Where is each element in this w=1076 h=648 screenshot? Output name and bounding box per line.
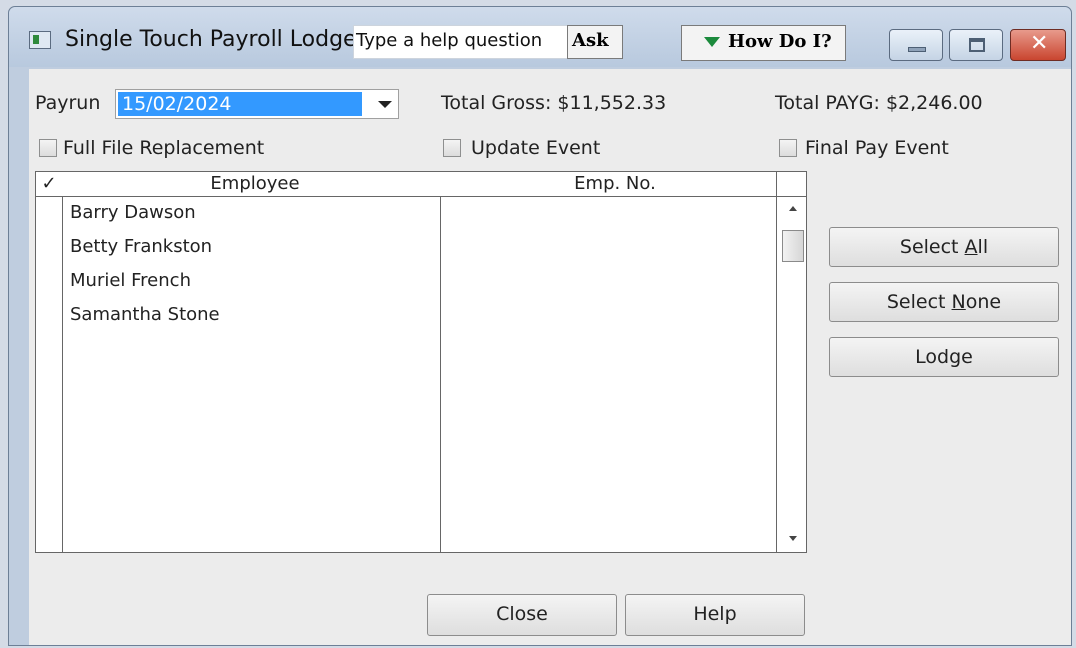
table-row[interactable]: Betty Frankston xyxy=(70,236,212,257)
employee-table[interactable]: ✓ Employee Emp. No. Barry Dawson Betty F… xyxy=(35,171,807,553)
maximize-button[interactable] xyxy=(949,29,1003,61)
lodge-button[interactable]: Lodge xyxy=(829,337,1059,377)
window-title: Single Touch Payroll Lodge xyxy=(65,27,357,52)
select-none-accelerator: N xyxy=(951,291,966,313)
select-all-suffix: ll xyxy=(977,236,989,258)
table-header: ✓ Employee Emp. No. xyxy=(36,172,806,197)
check-column-header[interactable]: ✓ xyxy=(36,172,62,196)
minimize-button[interactable] xyxy=(889,29,943,61)
table-row[interactable]: Barry Dawson xyxy=(70,202,196,223)
how-do-i-label: How Do I? xyxy=(728,31,832,52)
minimize-icon xyxy=(908,47,926,52)
triangle-down-icon xyxy=(704,37,720,47)
payrun-dropdown[interactable]: 15/02/2024 xyxy=(115,89,399,119)
title-bar[interactable]: Single Touch Payroll Lodge Type a help q… xyxy=(9,7,1071,67)
select-all-button[interactable]: Select All xyxy=(829,227,1059,267)
ask-button[interactable]: Ask xyxy=(567,25,623,59)
stp-lodge-window: Single Touch Payroll Lodge Type a help q… xyxy=(8,6,1072,646)
payrun-value: 15/02/2024 xyxy=(118,92,362,116)
close-button[interactable]: Close xyxy=(427,594,617,636)
update-event-checkbox[interactable] xyxy=(443,139,461,157)
table-row[interactable]: Samantha Stone xyxy=(70,304,220,325)
help-button[interactable]: Help xyxy=(625,594,805,636)
final-pay-event-label[interactable]: Final Pay Event xyxy=(805,137,949,159)
help-question-input[interactable]: Type a help question xyxy=(353,25,568,59)
scrollbar-divider xyxy=(776,172,777,552)
select-none-prefix: Select xyxy=(886,291,952,313)
employee-column-header[interactable]: Employee xyxy=(62,172,448,196)
total-gross: Total Gross: $11,552.33 xyxy=(441,92,667,114)
arrow-up-icon[interactable] xyxy=(789,206,797,211)
close-icon: ✕ xyxy=(1030,31,1049,56)
arrow-down-icon[interactable] xyxy=(789,536,797,541)
payrun-label: Payrun xyxy=(35,92,101,114)
select-all-accelerator: A xyxy=(964,236,978,258)
maximize-icon xyxy=(969,38,985,52)
full-file-replacement-label[interactable]: Full File Replacement xyxy=(63,137,264,159)
column-divider xyxy=(440,196,441,552)
final-pay-event-checkbox[interactable] xyxy=(779,139,797,157)
emp-no-column-header[interactable]: Emp. No. xyxy=(448,172,782,196)
full-file-replacement-checkbox[interactable] xyxy=(39,139,57,157)
select-none-button[interactable]: Select None xyxy=(829,282,1059,322)
column-divider xyxy=(62,196,63,552)
update-event-label[interactable]: Update Event xyxy=(471,137,600,159)
dialog-content: Payrun 15/02/2024 Total Gross: $11,552.3… xyxy=(29,69,1071,645)
close-window-button[interactable]: ✕ xyxy=(1010,29,1066,61)
chevron-down-icon[interactable] xyxy=(378,101,392,108)
total-payg: Total PAYG: $2,246.00 xyxy=(775,92,983,114)
select-all-prefix: Select xyxy=(899,236,965,258)
app-window-icon xyxy=(29,31,51,49)
select-none-suffix: one xyxy=(965,291,1002,313)
scrollbar-thumb[interactable] xyxy=(782,230,804,262)
table-row[interactable]: Muriel French xyxy=(70,270,191,291)
how-do-i-button[interactable]: How Do I? xyxy=(681,25,846,61)
